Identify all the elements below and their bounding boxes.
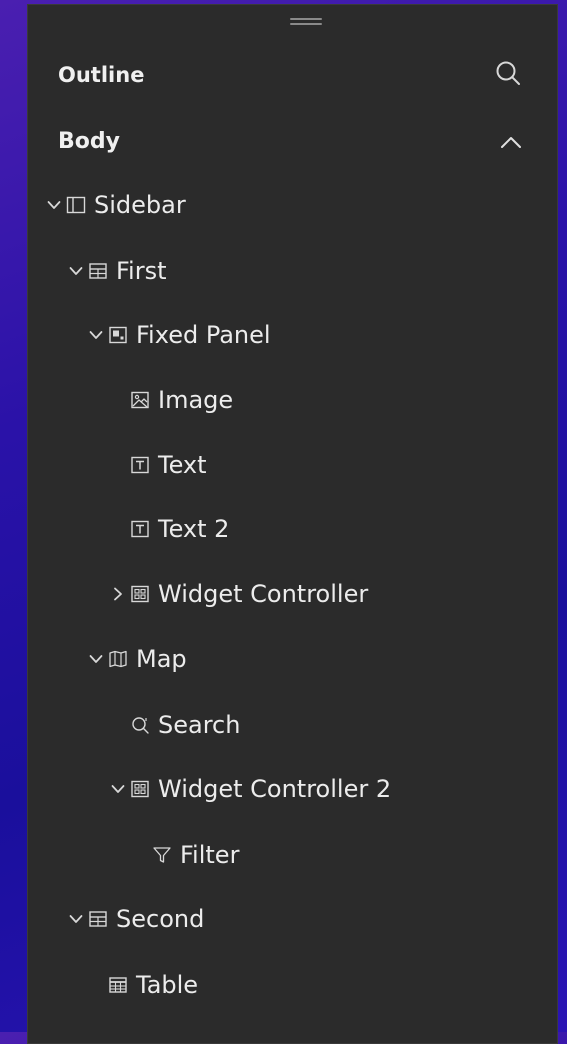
fixed-panel-icon [108,325,128,345]
tree-item-first[interactable]: First [68,251,547,291]
table-icon [108,975,128,995]
tree-item-label: Filter [180,841,240,869]
chevron-right-icon[interactable] [110,586,126,602]
tree-item-label: Image [158,386,234,414]
tree-item-text[interactable]: Text [110,445,547,485]
tree-item-label: Second [116,905,205,933]
map-icon [108,649,128,669]
tree-item-sidebar[interactable]: Sidebar [46,185,547,225]
search-button[interactable] [490,55,526,91]
chevron-down-icon[interactable] [88,327,104,343]
chevron-down-icon[interactable] [46,197,62,213]
tree-item-label: Search [158,711,241,739]
chevron-down-icon[interactable] [88,651,104,667]
tree-item-fixed-panel[interactable]: Fixed Panel [88,315,547,355]
panel-title: Outline [58,63,145,87]
sidebar-icon [66,195,86,215]
column-layout-icon [88,909,108,929]
chevron-up-icon [500,135,522,149]
tree-item-label: Map [136,645,187,673]
tree-item-label: Fixed Panel [136,321,271,349]
tree-item-label: Text [158,451,207,479]
tree-item-label: Table [136,971,199,999]
search-icon [494,59,522,87]
tree-item-filter[interactable]: Filter [132,835,547,875]
tree-item-search[interactable]: Search [110,705,547,745]
tree-item-image[interactable]: Image [110,380,547,420]
section-title-body: Body [58,129,120,154]
tree-item-label: First [116,257,167,285]
tree-item-label: Text 2 [158,515,230,543]
filter-icon [152,845,172,865]
drag-handle[interactable] [290,17,322,26]
text-icon [130,455,150,475]
chevron-down-icon[interactable] [68,263,84,279]
tree-item-label: Widget Controller 2 [158,775,392,803]
column-layout-icon [88,261,108,281]
tree-item-text-2[interactable]: Text 2 [110,509,547,549]
image-icon [130,390,150,410]
tree-item-map[interactable]: Map [88,639,547,679]
collapse-section-button[interactable] [496,127,526,157]
tree-item-label: Sidebar [94,191,186,219]
tree-item-table[interactable]: Table [88,965,547,1005]
tree-item-widget-controller[interactable]: Widget Controller [110,574,547,614]
tree-item-label: Widget Controller [158,580,369,608]
outline-panel: Outline Body Sidebar First Fixed Panel I… [27,4,558,1044]
chevron-down-icon[interactable] [68,911,84,927]
text-icon [130,519,150,539]
chevron-down-icon[interactable] [110,781,126,797]
tree-item-widget-controller-2[interactable]: Widget Controller 2 [110,769,547,809]
search-icon [130,715,150,735]
tree-item-second[interactable]: Second [68,899,547,939]
widget-controller-icon [130,584,150,604]
widget-controller-icon [130,779,150,799]
